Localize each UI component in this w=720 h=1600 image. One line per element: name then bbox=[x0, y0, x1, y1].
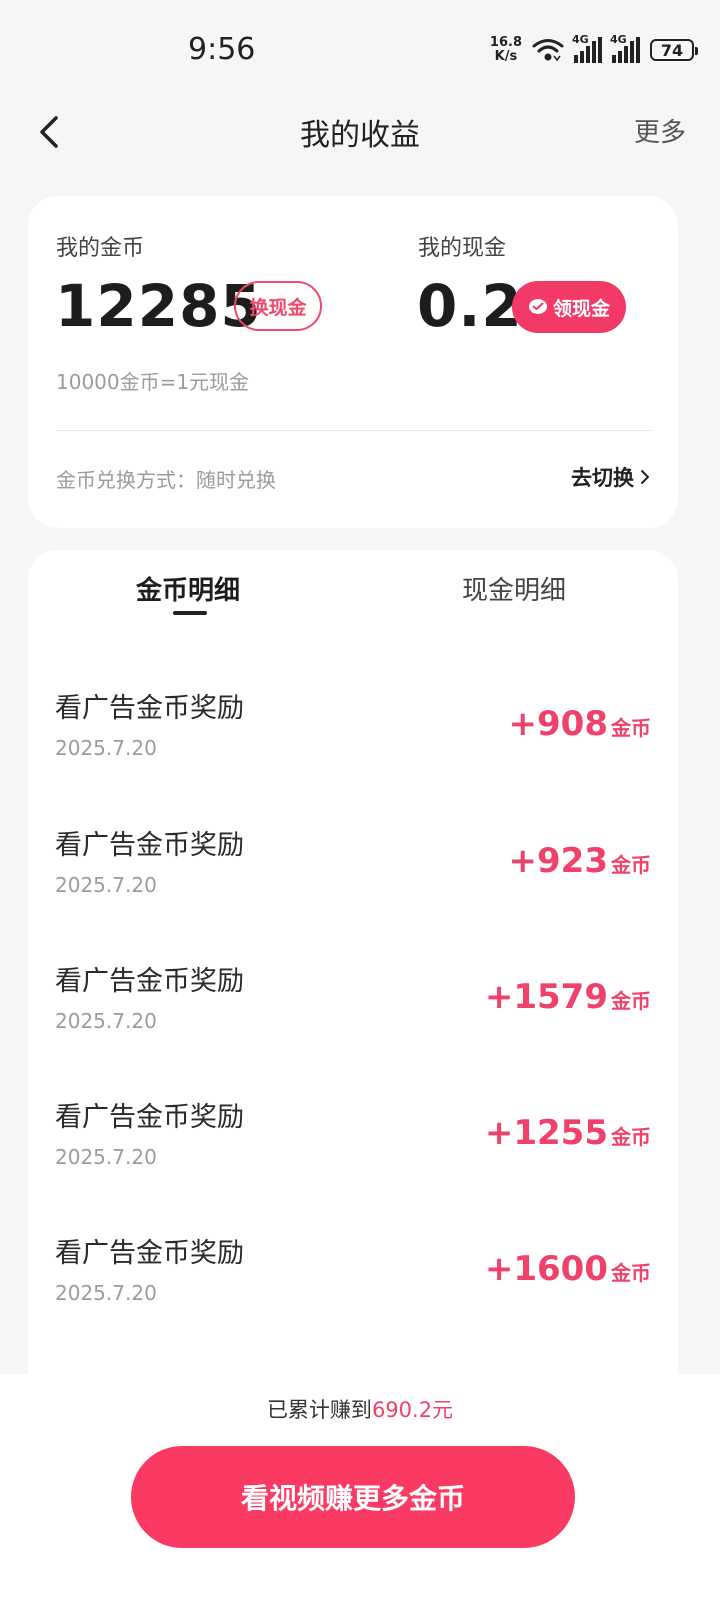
earnings-page: 9:56 16.8 K/s 4G 4G 74 我的收益 更多 我的金币 1228… bbox=[0, 0, 720, 1600]
list-item: 看广告金币奖励 2025.7.20 +908 金币 bbox=[28, 686, 678, 822]
total-earned-amount: 690.2元 bbox=[371, 1398, 454, 1422]
item-amount-unit: 金币 bbox=[611, 989, 651, 1013]
switch-method-label: 去切换 bbox=[571, 466, 634, 490]
item-amount-value: +1255 bbox=[484, 1113, 608, 1153]
network-speed: 16.8 K/s bbox=[490, 36, 522, 64]
exchange-rate-text: 10000金币=1元现金 bbox=[56, 370, 250, 394]
cash-balance-value: 0.2 bbox=[417, 272, 523, 340]
item-amount-unit: 金币 bbox=[611, 716, 651, 740]
signal-sim2-icon: 4G bbox=[610, 33, 640, 63]
item-amount: +1600 金币 bbox=[485, 1249, 651, 1289]
exchange-method-text: 金币兑换方式：随时兑换 bbox=[56, 468, 276, 492]
page-title: 我的收益 bbox=[300, 118, 420, 153]
chevron-right-icon bbox=[641, 470, 649, 484]
list-item: 看广告金币奖励 2025.7.20 +1579 金币 bbox=[28, 959, 678, 1095]
cash-balance-label: 我的现金 bbox=[418, 236, 507, 261]
watch-video-earn-button[interactable]: 看视频赚更多金币 bbox=[131, 1446, 575, 1548]
item-amount: +923 金币 bbox=[509, 841, 651, 881]
item-title: 看广告金币奖励 bbox=[55, 1102, 244, 1133]
coin-balance-value: 12285 bbox=[55, 272, 262, 340]
active-tab-indicator bbox=[173, 611, 207, 615]
status-bar: 9:56 16.8 K/s 4G 4G 74 bbox=[0, 0, 720, 104]
item-amount-value: +908 bbox=[508, 704, 608, 744]
item-amount: +1579 金币 bbox=[485, 977, 651, 1017]
item-date: 2025.7.20 bbox=[55, 736, 157, 760]
item-amount-value: +923 bbox=[508, 841, 608, 881]
total-earned-text: 已累计赚到690.2元 bbox=[0, 1394, 720, 1424]
sim1-label: 4G bbox=[572, 33, 589, 46]
item-date: 2025.7.20 bbox=[55, 1145, 157, 1169]
exchange-cash-button[interactable]: 换现金 bbox=[234, 281, 322, 331]
bottom-action-bar: 已累计赚到690.2元 看视频赚更多金币 bbox=[0, 1374, 720, 1600]
wechat-icon bbox=[528, 299, 547, 314]
sim2-label: 4G bbox=[610, 33, 627, 46]
status-indicators: 16.8 K/s 4G 4G 74 bbox=[490, 33, 698, 64]
tab-coin-detail[interactable]: 金币明细 bbox=[136, 570, 240, 607]
battery-level: 74 bbox=[660, 40, 684, 60]
withdraw-cash-button[interactable]: 领现金 bbox=[512, 281, 626, 333]
item-amount: +1255 金币 bbox=[485, 1113, 651, 1153]
switch-method-link[interactable]: 去切换 bbox=[571, 462, 650, 492]
item-amount-value: +1600 bbox=[484, 1249, 608, 1289]
balance-summary-card: 我的金币 12285 换现金 我的现金 0.2 领现金 10000金币=1元现金… bbox=[28, 196, 678, 528]
item-date: 2025.7.20 bbox=[55, 873, 157, 897]
list-item: 看广告金币奖励 2025.7.20 +1600 金币 bbox=[28, 1231, 678, 1367]
item-amount-value: +1579 bbox=[484, 977, 608, 1017]
item-amount-unit: 金币 bbox=[611, 1125, 651, 1149]
item-title: 看广告金币奖励 bbox=[55, 1238, 244, 1269]
network-speed-unit: K/s bbox=[494, 49, 518, 64]
item-amount: +908 金币 bbox=[509, 704, 651, 744]
signal-sim1-icon: 4G bbox=[572, 33, 602, 63]
status-time: 9:56 bbox=[188, 32, 256, 67]
item-title: 看广告金币奖励 bbox=[55, 966, 244, 997]
divider bbox=[56, 430, 652, 431]
battery-icon: 74 bbox=[650, 39, 698, 61]
list-item: 看广告金币奖励 2025.7.20 +923 金币 bbox=[28, 823, 678, 959]
item-date: 2025.7.20 bbox=[55, 1281, 157, 1305]
item-amount-unit: 金币 bbox=[611, 1261, 651, 1285]
wifi-icon bbox=[532, 39, 564, 62]
coin-balance-label: 我的金币 bbox=[56, 236, 145, 261]
item-title: 看广告金币奖励 bbox=[55, 830, 244, 861]
more-button[interactable]: 更多 bbox=[634, 112, 686, 149]
tab-cash-detail[interactable]: 现金明细 bbox=[462, 570, 566, 607]
withdraw-cash-label: 领现金 bbox=[552, 297, 610, 320]
item-title: 看广告金币奖励 bbox=[55, 693, 244, 724]
nav-bar: 我的收益 更多 bbox=[0, 104, 720, 164]
item-date: 2025.7.20 bbox=[55, 1009, 157, 1033]
item-amount-unit: 金币 bbox=[611, 853, 651, 877]
total-earned-prefix: 已累计赚到 bbox=[266, 1398, 372, 1422]
network-speed-value: 16.8 bbox=[489, 35, 522, 50]
list-item: 看广告金币奖励 2025.7.20 +1255 金币 bbox=[28, 1095, 678, 1231]
